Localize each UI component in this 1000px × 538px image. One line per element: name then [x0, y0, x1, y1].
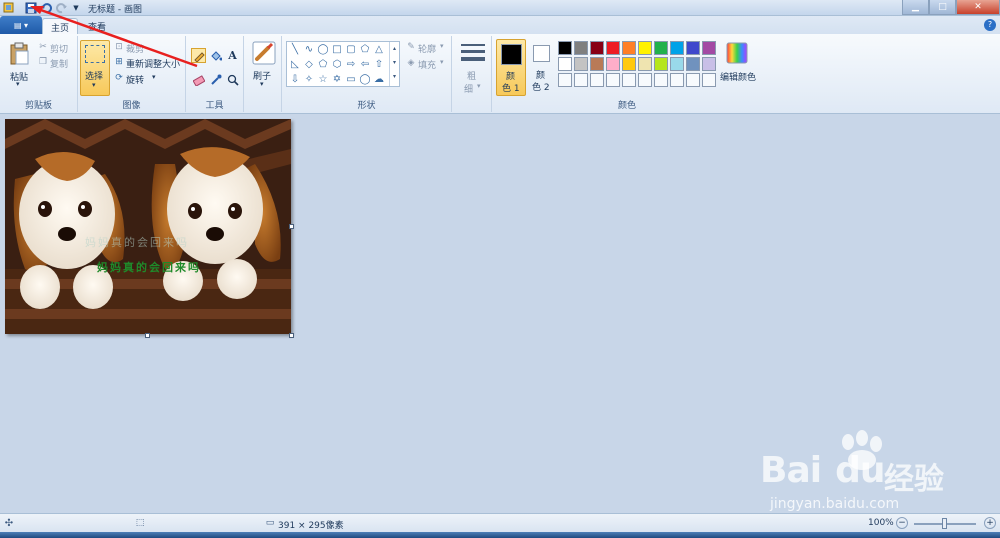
windows-taskbar: [0, 532, 1000, 538]
zoom-out-icon[interactable]: −: [896, 517, 908, 529]
cursor-position-icon: ✣: [4, 517, 14, 529]
zoom-slider-thumb[interactable]: [942, 518, 947, 529]
canvas-dimensions: 391 × 295像素: [278, 521, 344, 531]
canvas-size-icon: ▭: [265, 518, 275, 528]
zoom-in-icon[interactable]: +: [984, 517, 996, 529]
status-bar: ✣ ⬚ ▭ 391 × 295像素 100% − +: [0, 513, 1000, 532]
zoom-level: 100%: [868, 518, 894, 528]
selection-size-icon: ⬚: [135, 518, 145, 528]
annotation-arrow: [30, 6, 198, 68]
